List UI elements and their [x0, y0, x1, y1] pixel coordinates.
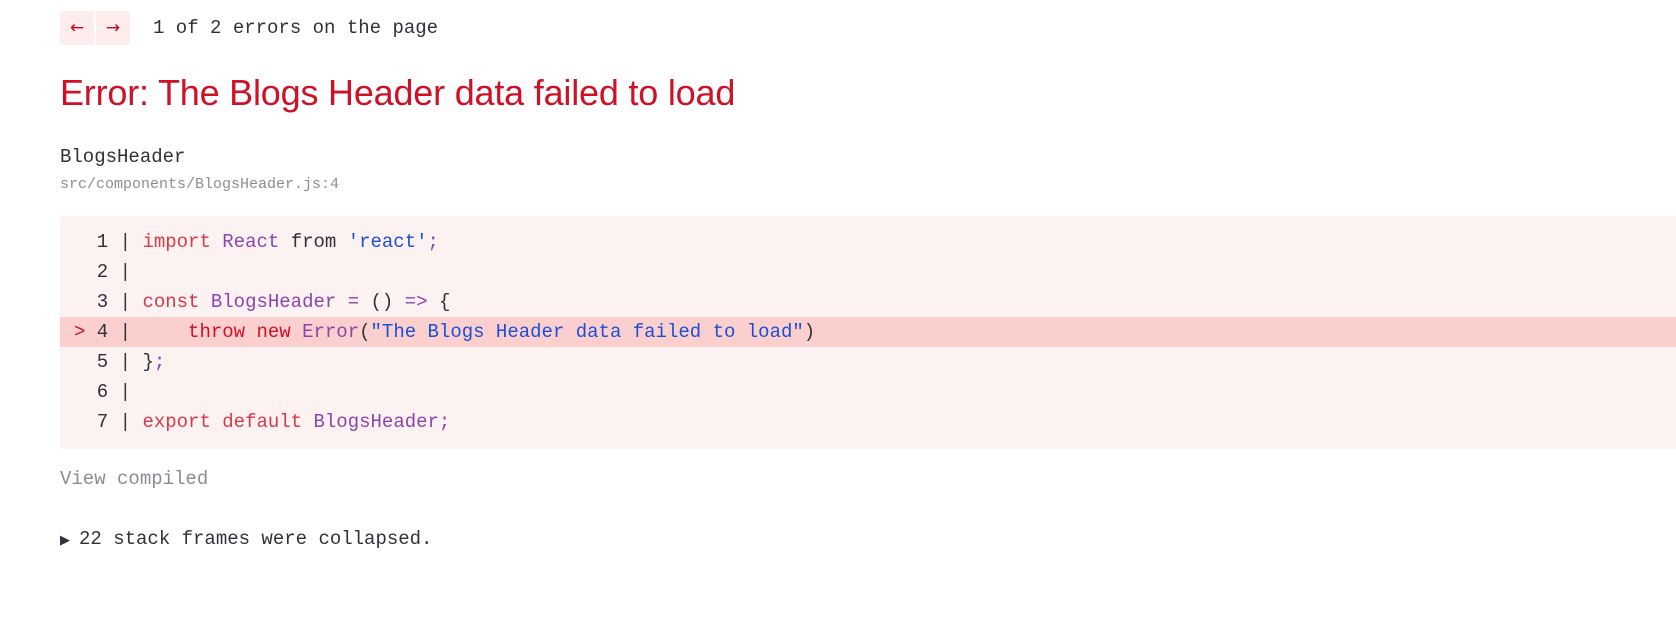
error-navigation-row: ← → 1 of 2 errors on the page [60, 0, 1676, 45]
code-line: 5 | }; [60, 347, 1676, 377]
code-token: BlogsHeader [210, 291, 337, 314]
code-token: ; [438, 411, 451, 434]
code-token: import [142, 231, 211, 254]
error-counter-label: 1 of 2 errors on the page [153, 17, 439, 39]
code-token: = [347, 291, 360, 314]
code-line: > 4 | throw new Error("The Blogs Header … [60, 317, 1676, 348]
component-name: BlogsHeader [60, 145, 186, 168]
code-line-number: 6 [85, 381, 120, 404]
code-line: 7 | export default BlogsHeader; [60, 407, 1676, 437]
error-line-marker: > [74, 321, 86, 344]
error-line-marker [74, 257, 85, 287]
next-error-button[interactable]: → [96, 11, 130, 45]
previous-error-button[interactable]: ← [60, 11, 94, 45]
code-gutter-bar: | [119, 321, 132, 344]
code-token: 'react' [347, 231, 428, 254]
code-token: React [222, 231, 280, 254]
collapsed-frames-label: 22 stack frames were collapsed. [79, 528, 433, 551]
error-line-marker [74, 347, 85, 377]
triangle-right-icon: ▶ [60, 533, 70, 549]
code-token: ( [359, 321, 371, 344]
source-file-path[interactable]: src/components/BlogsHeader.js:4 [60, 169, 1676, 194]
error-line-marker [74, 227, 85, 257]
view-compiled-link[interactable]: View compiled [60, 468, 208, 490]
code-token: => [404, 291, 428, 314]
code-token: Error [302, 321, 360, 344]
code-token: new [256, 321, 291, 344]
error-line-marker [74, 377, 85, 407]
code-line-number: 5 [85, 351, 120, 374]
code-line-number: 7 [85, 411, 120, 434]
code-line-number: 3 [85, 291, 120, 314]
code-token: "The Blogs Header data failed to load" [370, 321, 804, 344]
code-token: ; [153, 351, 166, 374]
code-line: 6 | [60, 377, 1676, 407]
code-line-number: 4 [85, 321, 120, 344]
code-token: default [222, 411, 303, 434]
code-gutter-bar: | [119, 411, 132, 434]
code-gutter-bar: | [119, 351, 132, 374]
collapsed-frames-toggle[interactable]: ▶ 22 stack frames were collapsed. [60, 528, 1676, 550]
code-line-number: 1 [85, 231, 120, 254]
stack-frame-header: BlogsHeader src/components/BlogsHeader.j… [60, 113, 1676, 195]
react-error-overlay: ← → 1 of 2 errors on the page Error: The… [0, 0, 1676, 628]
source-code-block: 1 | import React from 'react'; 2 | 3 | c… [60, 216, 1676, 450]
arrow-right-icon: → [105, 17, 121, 38]
error-line-marker [74, 407, 85, 437]
code-line: 1 | import React from 'react'; [60, 227, 1676, 257]
error-line-marker [74, 287, 85, 317]
code-token: ) [803, 321, 816, 344]
code-token: const [142, 291, 200, 314]
code-token: from [290, 231, 337, 254]
code-line: 3 | const BlogsHeader = () => { [60, 287, 1676, 317]
error-title: Error: The Blogs Header data failed to l… [60, 72, 736, 113]
code-token: { [438, 291, 451, 314]
arrow-left-icon: ← [69, 17, 85, 38]
error-nav-buttons: ← → [60, 11, 130, 45]
code-gutter-bar: | [119, 231, 132, 254]
code-gutter-bar: | [119, 261, 132, 284]
code-token: export [142, 411, 211, 434]
code-line-number: 2 [85, 261, 120, 284]
code-gutter-bar: | [119, 381, 132, 404]
code-token: ; [427, 231, 439, 254]
code-gutter-bar: | [119, 291, 132, 314]
code-token: BlogsHeader [313, 411, 439, 434]
code-line: 2 | [60, 257, 1676, 287]
code-token: () [370, 291, 394, 314]
code-token: throw [188, 321, 246, 344]
code-token: } [142, 351, 154, 374]
